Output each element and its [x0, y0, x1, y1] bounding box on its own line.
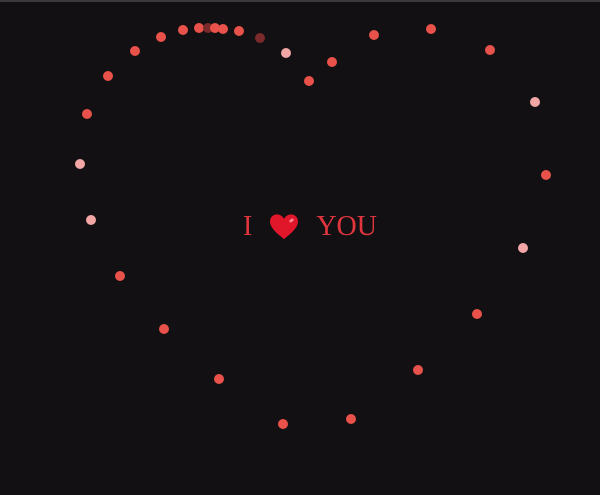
heart-dot — [472, 309, 482, 319]
heart-dot — [369, 30, 379, 40]
heart-dot — [156, 32, 166, 42]
heart-dot — [327, 57, 337, 67]
heart-dot — [178, 25, 188, 35]
heart-dot — [346, 414, 356, 424]
heart-dot — [103, 71, 113, 81]
heart-dot — [234, 26, 244, 36]
heart-dot — [130, 46, 140, 56]
heart-dot — [218, 24, 228, 34]
message-left-word: I — [243, 210, 253, 242]
animation-canvas: I YOU — [0, 0, 600, 495]
heart-dot — [75, 159, 85, 169]
message-right-word: YOU — [316, 210, 377, 242]
heart-dot — [82, 109, 92, 119]
heart-dot — [194, 23, 204, 33]
heart-dot — [159, 324, 169, 334]
heart-dot — [214, 374, 224, 384]
heart-dot-ring — [75, 23, 551, 429]
heart-dot — [413, 365, 423, 375]
heart-dot — [485, 45, 495, 55]
love-message: I YOU — [0, 207, 600, 245]
heart-dot — [278, 419, 288, 429]
heart-dot — [281, 48, 291, 58]
heart-dot — [426, 24, 436, 34]
heart-icon — [270, 213, 299, 239]
heart-dot — [530, 97, 540, 107]
heart-dot — [541, 170, 551, 180]
heart-dot — [115, 271, 125, 281]
heart-dot — [304, 76, 314, 86]
heart-dot — [255, 33, 265, 43]
